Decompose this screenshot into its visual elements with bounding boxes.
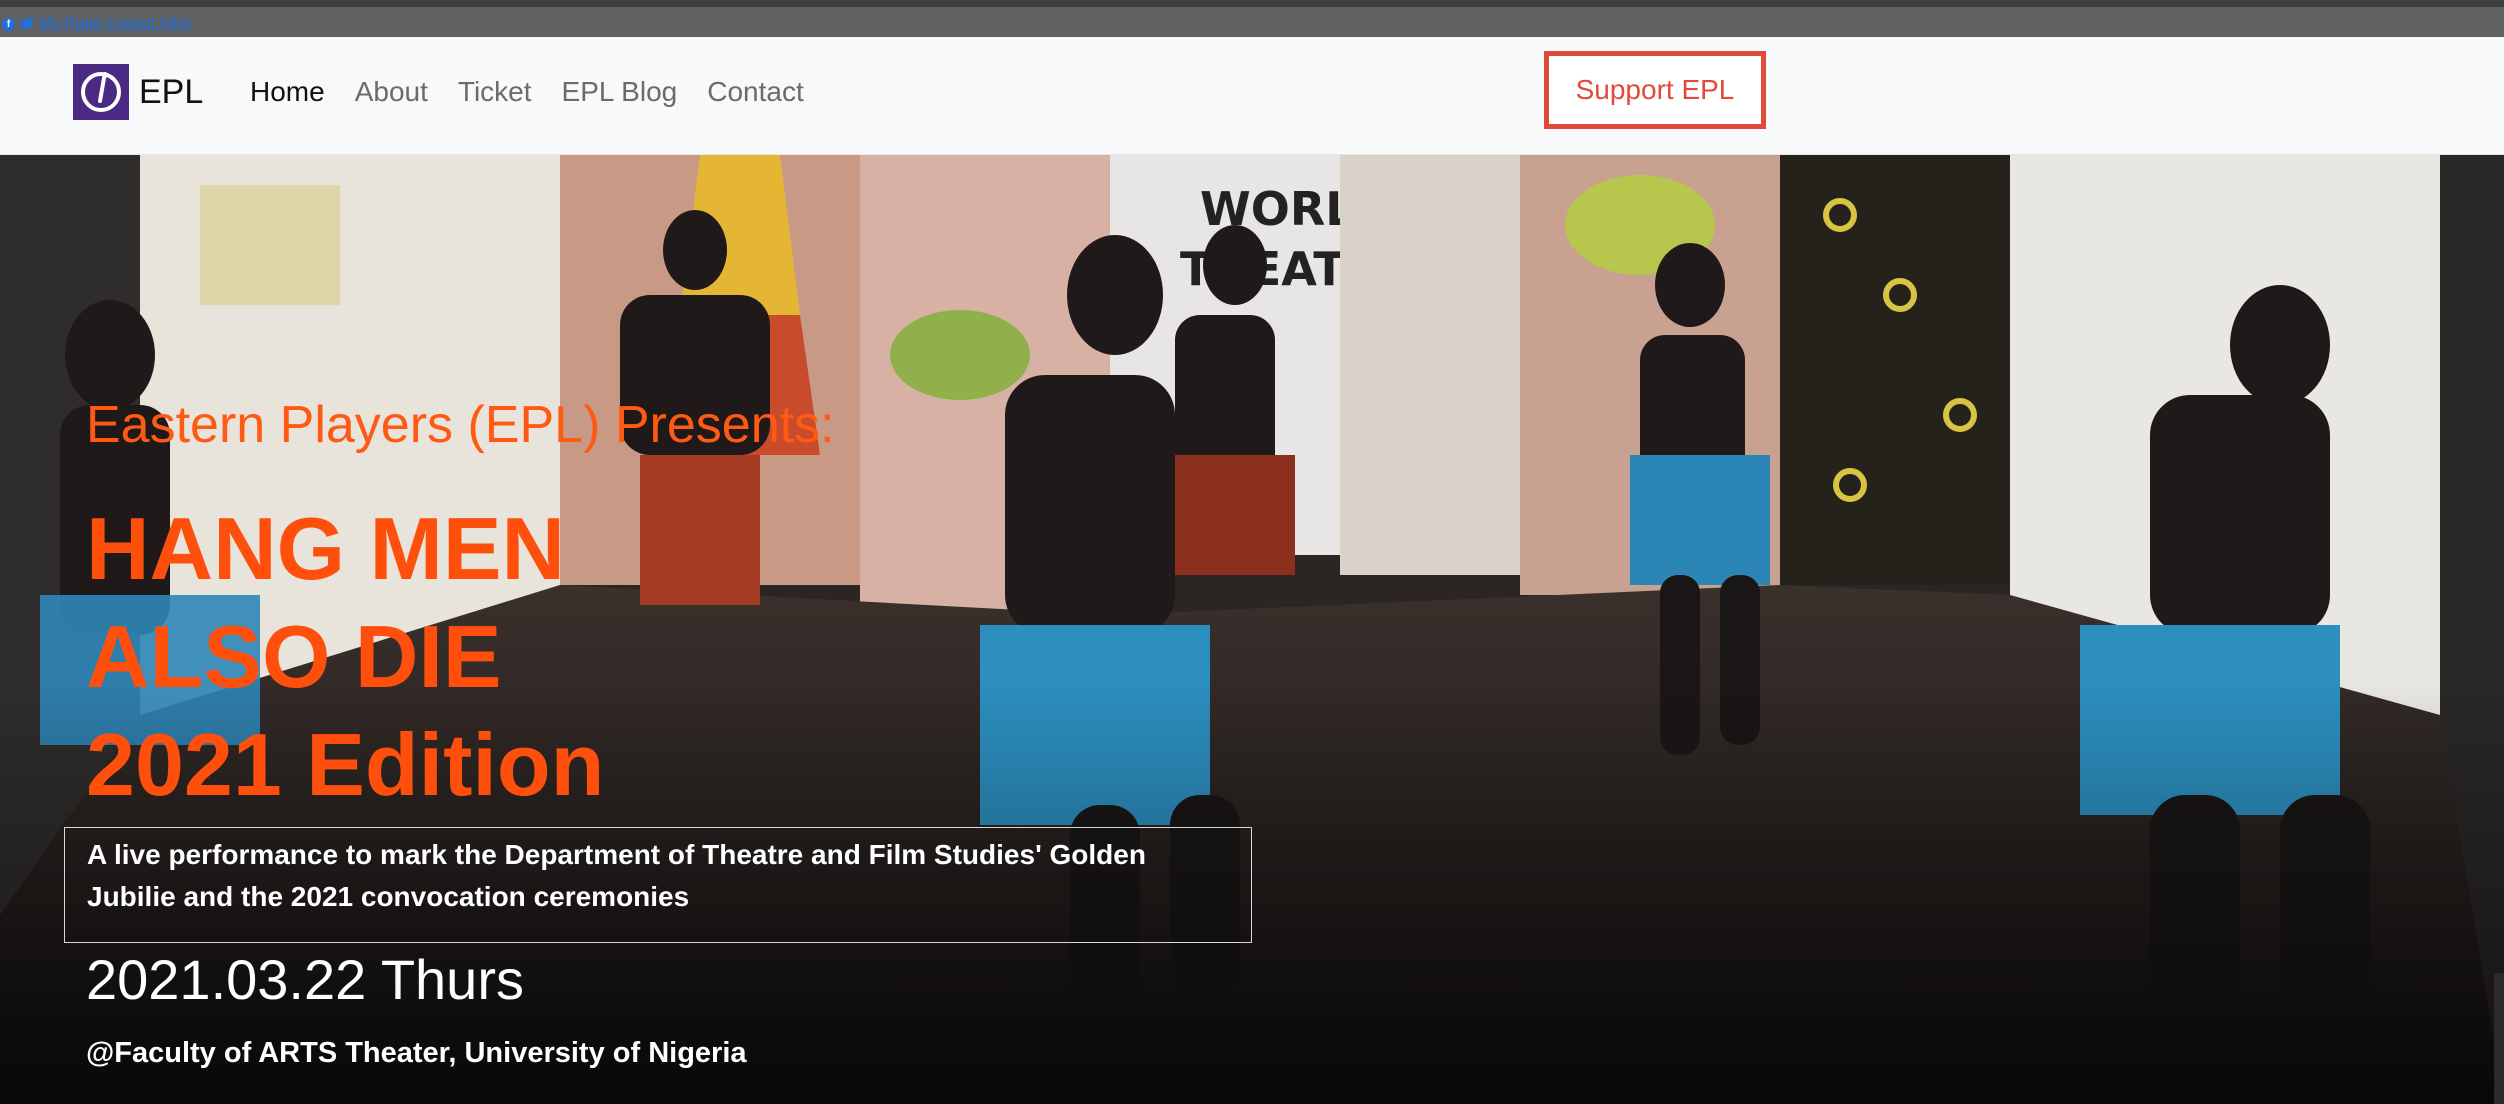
- brand-name: EPL: [139, 73, 204, 111]
- top-account-links[interactable]: My Page Logout Inbo: [39, 15, 191, 33]
- event-venue: @Faculty of ARTS Theater, University of …: [86, 1037, 747, 1069]
- show-title: HANG MEN ALSO DIE 2021 Edition: [86, 495, 604, 819]
- nav-ticket[interactable]: Ticket: [458, 70, 532, 114]
- brand[interactable]: EPL: [73, 64, 203, 120]
- epl-logo-icon: [73, 64, 129, 120]
- show-title-line-3: 2021 Edition: [86, 715, 605, 814]
- event-date: 2021.03.22 Thurs: [86, 948, 524, 1011]
- show-title-line-1: HANG MEN: [86, 499, 566, 598]
- presents-heading: Eastern Players (EPL) Presents:: [86, 396, 835, 454]
- event-description: A live performance to mark the Departmen…: [64, 827, 1252, 943]
- top-strip: f My Page Logout Inbo: [0, 0, 2504, 37]
- show-title-line-2: ALSO DIE: [86, 607, 502, 706]
- nav-contact[interactable]: Contact: [707, 70, 804, 114]
- support-epl-button[interactable]: Support EPL: [1544, 51, 1766, 129]
- nav-home[interactable]: Home: [250, 70, 325, 114]
- nav-links: Home About Ticket EPL Blog Contact: [250, 70, 804, 114]
- hero-content: Eastern Players (EPL) Presents: HANG MEN…: [0, 155, 2504, 1104]
- facebook-icon[interactable]: f: [2, 17, 15, 31]
- nav-about[interactable]: About: [355, 70, 428, 114]
- navbar: EPL Home About Ticket EPL Blog Contact S…: [0, 37, 2504, 155]
- top-links: f My Page Logout Inbo: [2, 15, 191, 33]
- scrollbar-thumb[interactable]: [2494, 973, 2504, 1104]
- twitter-icon[interactable]: [19, 17, 35, 31]
- nav-epl-blog[interactable]: EPL Blog: [562, 70, 678, 114]
- hero-banner: WORLD THEATRE: [0, 155, 2504, 1104]
